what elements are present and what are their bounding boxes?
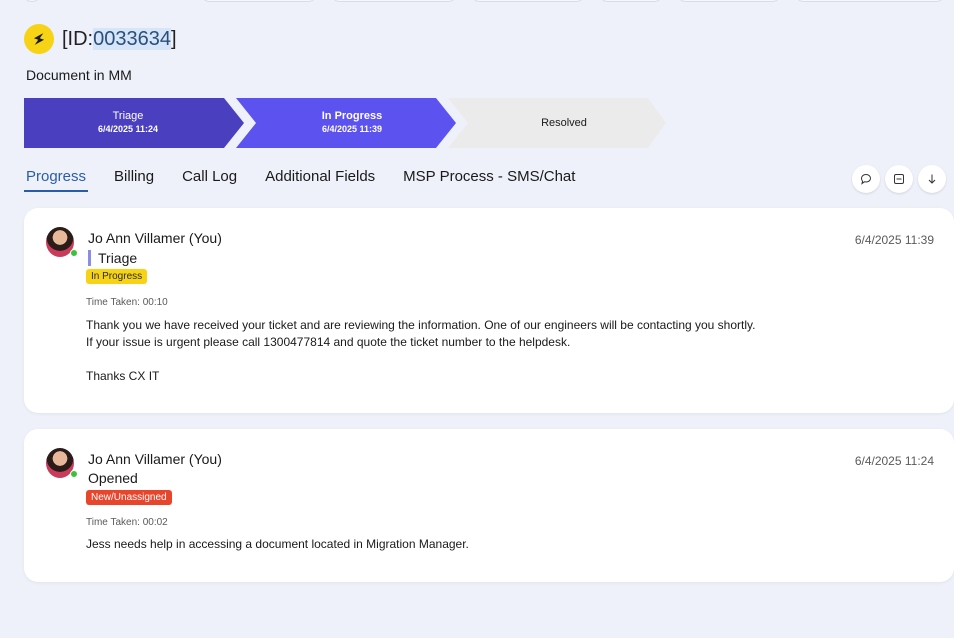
stage-in-progress[interactable]: In Progress 6/4/2025 11:39 [236,98,456,148]
stage-triage[interactable]: Triage 6/4/2025 11:24 [24,98,244,148]
toolbar-button[interactable] [598,0,664,2]
avatar[interactable] [46,448,78,478]
ticket-subtitle: Document in MM [26,67,132,83]
progress-tools [847,165,946,193]
collapse-icon [894,174,904,184]
download-button[interactable] [918,165,946,193]
ticket-id: [ID:0033634] [62,27,177,50]
stage-name: Triage [112,110,144,122]
entry-message: Jess needs help in accessing a document … [86,537,469,551]
toolbar-button[interactable] [794,0,946,2]
tab-progress[interactable]: Progress [24,166,89,192]
entry-stage: Opened [88,470,138,486]
entry-message: Thank you we have received your ticket a… [86,318,756,383]
tab-billing[interactable]: Billing [112,166,156,192]
top-toolbar-stubs [0,0,954,2]
status-badge: In Progress [86,269,148,284]
online-status-dot [70,470,78,478]
lightning-bolt-icon [24,24,54,54]
collapse-button[interactable] [885,165,913,193]
toolbar-button[interactable] [470,0,586,2]
entry-timestamp: 6/4/2025 11:39 [854,233,934,247]
download-icon [928,174,936,184]
time-taken: Time Taken: 00:10 [86,297,168,308]
progress-entry-card: Jo Ann Villamer (You) Triage In Progress… [24,208,954,413]
stage-name: Resolved [541,116,587,129]
ticket-header: [ID:0033634] [24,24,177,54]
toolbar-button[interactable] [676,0,782,2]
ticket-id-number: 0033634 [93,27,171,50]
stage-progress-bar: Triage 6/4/2025 11:24 In Progress 6/4/20… [24,98,674,148]
chat-button[interactable] [852,165,880,193]
stage-date: 6/4/2025 11:24 [97,124,159,134]
online-status-dot [70,249,78,257]
toolbar-button[interactable] [330,0,458,2]
ticket-tabs: Progress Billing Call Log Additional Fie… [24,166,601,192]
progress-entry-card: Jo Ann Villamer (You) Opened New/Unassig… [24,429,954,582]
stage-resolved[interactable]: Resolved [448,98,668,148]
entry-author: Jo Ann Villamer (You) [88,451,222,467]
toolbar-button[interactable] [22,0,42,2]
entry-author: Jo Ann Villamer (You) [88,230,222,246]
chat-icon [860,173,872,185]
entry-stage: Triage [88,250,137,266]
entry-timestamp: 6/4/2025 11:24 [854,454,934,468]
tab-call-log[interactable]: Call Log [180,166,239,192]
tab-msp-process[interactable]: MSP Process - SMS/Chat [401,166,577,192]
toolbar-button[interactable] [200,0,318,2]
time-taken: Time Taken: 00:02 [86,517,168,528]
status-badge: New/Unassigned [86,490,172,505]
stage-name: In Progress [321,110,383,122]
tab-additional-fields[interactable]: Additional Fields [263,166,377,192]
avatar[interactable] [46,227,78,257]
stage-date: 6/4/2025 11:39 [321,124,383,134]
